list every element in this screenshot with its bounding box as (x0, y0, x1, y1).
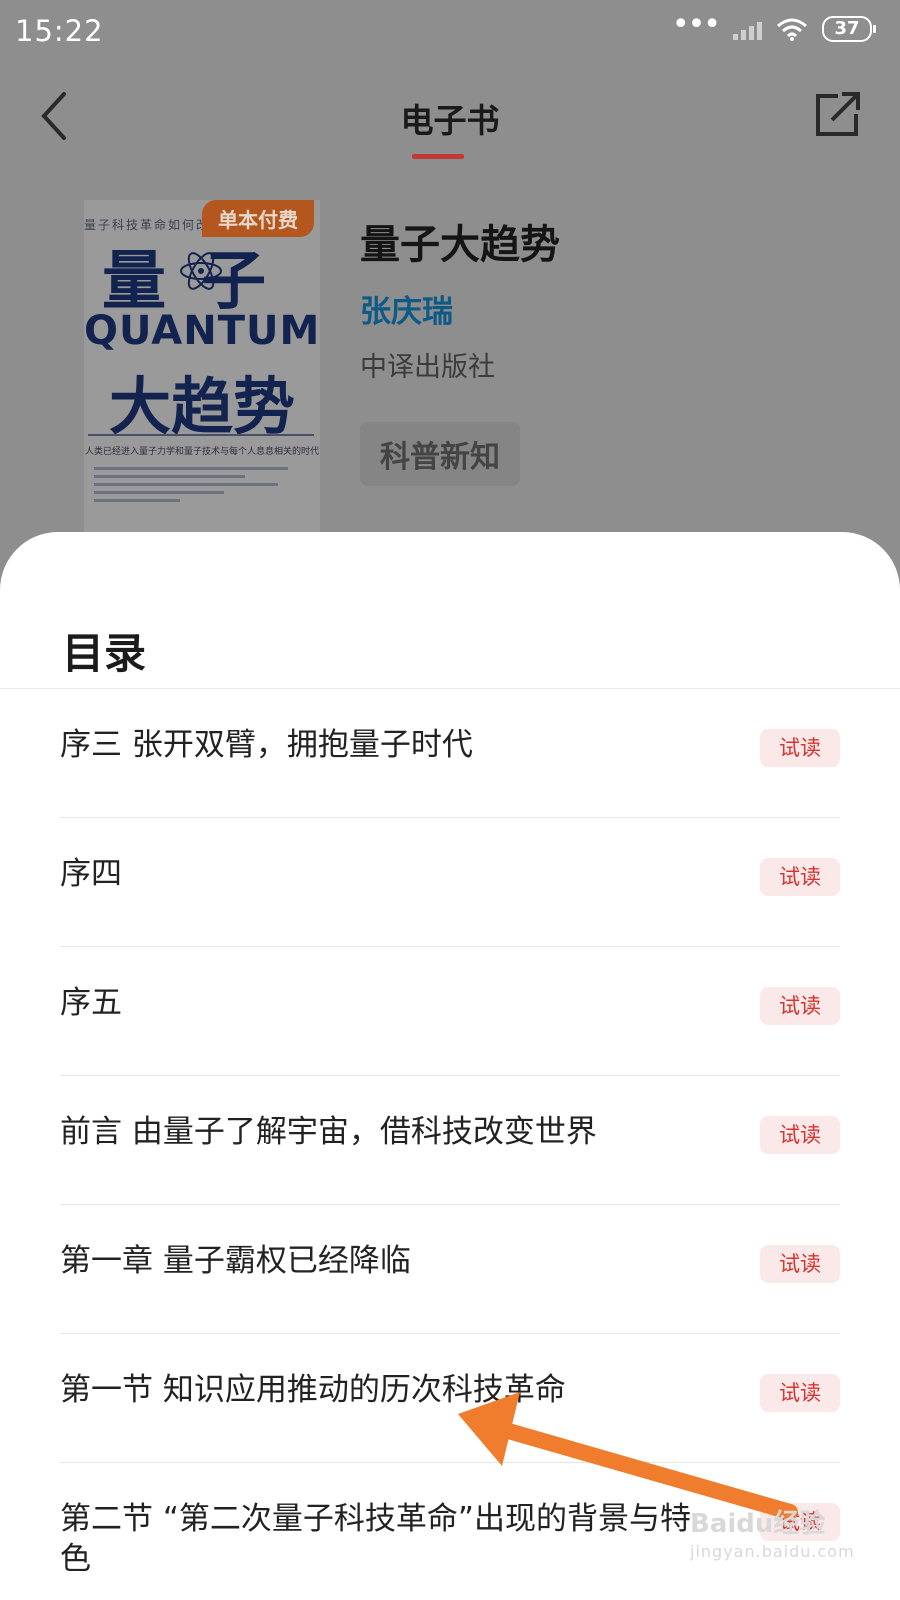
toc-item-label: 第二节 “第二次量子科技革命”出现的背景与特色 (60, 1501, 691, 1577)
toc-item[interactable]: 序三 张开双臂，拥抱量子时代 试读 (0, 689, 900, 818)
baidu-watermark: Baidu经验 jingyan.baidu.com (690, 1510, 880, 1566)
cover-subtitle: 人类已经进入量子力学和量子技术与每个人息息相关的时代 (84, 447, 319, 457)
toc-item-label: 第一节 知识应用推动的历次科技革命 (60, 1372, 566, 1408)
book-publisher: 中译出版社 (360, 352, 495, 383)
trial-read-button[interactable]: 试读 (760, 1245, 840, 1283)
trial-read-button[interactable]: 试读 (760, 987, 840, 1025)
toc-item[interactable]: 序四 试读 (0, 818, 900, 947)
page-title: 电子书 (400, 101, 500, 140)
battery-icon: 37 (822, 16, 876, 42)
toc-item[interactable]: 前言 由量子了解宇宙，借科技改变世界 试读 (0, 1076, 900, 1205)
toc-heading: 目录 (62, 629, 147, 678)
cover-title-line2: 大趋势 (108, 370, 295, 443)
nav-bar: 电子书 (0, 62, 900, 172)
toc-item-label: 序三 张开双臂，拥抱量子时代 (60, 727, 473, 763)
toc-item-label: 序五 (60, 985, 122, 1021)
signal-icon (733, 18, 762, 40)
cover-title-en: QUANTUM (84, 308, 320, 354)
book-cover[interactable]: 量子科技革命如何改 单本付费 量子 QUANTUM 大趋势 人类已经进入量子力学… (84, 200, 320, 540)
status-bar: 15:22 ••• 37 (0, 0, 900, 62)
share-icon[interactable] (810, 86, 866, 142)
toc-item-label: 前言 由量子了解宇宙，借科技改变世界 (60, 1114, 597, 1150)
wifi-icon (777, 18, 807, 41)
toc-item[interactable]: 第一节 知识应用推动的历次科技革命 试读 (0, 1334, 900, 1463)
toc-item[interactable]: 第一章 量子霸权已经降临 试读 (0, 1205, 900, 1334)
trial-read-button[interactable]: 试读 (760, 858, 840, 896)
toc-item-label: 序四 (60, 856, 122, 892)
toc-item[interactable]: 序五 试读 (0, 947, 900, 1076)
atom-icon (180, 252, 222, 290)
watermark-url: jingyan.baidu.com (690, 1542, 855, 1561)
toc-list: 序三 张开双臂，拥抱量子时代 试读 序四 试读 序五 试读 前言 由量子了解宇宙… (0, 689, 900, 1592)
title-underline (412, 154, 464, 159)
book-title: 量子大趋势 (360, 222, 560, 268)
toc-sheet: 目录 序三 张开双臂，拥抱量子时代 试读 序四 试读 序五 试读 前言 由量子了… (0, 532, 900, 1600)
cover-fine-print (94, 462, 310, 522)
category-tag[interactable]: 科普新知 (360, 422, 520, 486)
toc-item-label: 第一章 量子霸权已经降临 (60, 1243, 411, 1279)
trial-read-button[interactable]: 试读 (760, 1116, 840, 1154)
status-time: 15:22 (15, 14, 104, 48)
book-author[interactable]: 张庆瑞 (360, 286, 453, 331)
status-icons: ••• 37 (671, 7, 876, 42)
watermark-brand: Baidu经验 (690, 1509, 826, 1539)
cover-divider (88, 434, 314, 436)
trial-read-button[interactable]: 试读 (760, 729, 840, 767)
trial-read-button[interactable]: 试读 (760, 1374, 840, 1412)
more-dots-icon: ••• (671, 7, 721, 42)
